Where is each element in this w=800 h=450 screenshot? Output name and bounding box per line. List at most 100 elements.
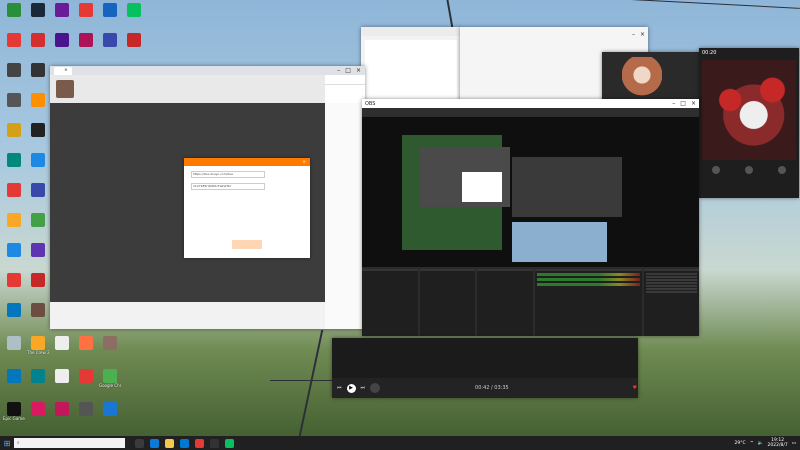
- obs-titlebar[interactable]: OBS – □ ×: [362, 99, 699, 108]
- obs-control-button[interactable]: [645, 291, 697, 293]
- minimize-icon[interactable]: –: [337, 67, 340, 74]
- obs-panel[interactable]: [643, 269, 699, 336]
- audio-meter[interactable]: [536, 278, 640, 281]
- clock[interactable]: 19:12 2022/8/7: [768, 438, 788, 448]
- edge-icon[interactable]: [150, 438, 159, 448]
- desktop-icon[interactable]: [51, 3, 73, 17]
- desktop-icon[interactable]: [27, 369, 49, 383]
- desktop-icon[interactable]: [3, 183, 25, 197]
- desktop-icon[interactable]: [27, 243, 49, 257]
- desktop-icon[interactable]: [99, 336, 121, 350]
- desktop-icon[interactable]: [75, 402, 97, 416]
- weather-temp[interactable]: 29°C: [735, 441, 746, 446]
- desktop-icon[interactable]: [3, 213, 25, 227]
- file-explorer-icon[interactable]: [165, 438, 174, 448]
- desktop-icon[interactable]: [99, 33, 121, 47]
- microphone-button[interactable]: [744, 166, 753, 174]
- desktop-icon[interactable]: [75, 3, 97, 17]
- desktop-icon[interactable]: [3, 153, 25, 167]
- maximize-icon[interactable]: □: [680, 100, 686, 107]
- music-player[interactable]: ⏮ ▶ ⏭ 00:42 / 03:35 ♥: [332, 338, 638, 398]
- obs-window[interactable]: OBS – □ ×: [362, 99, 699, 336]
- heart-icon[interactable]: ♥: [633, 385, 637, 391]
- obs-control-button[interactable]: [645, 273, 697, 275]
- network-icon[interactable]: ⌔: [750, 440, 754, 446]
- desktop-icon[interactable]: Google Chrome: [99, 369, 121, 388]
- call-titlebar[interactable]: 00:20: [699, 48, 799, 57]
- desktop-icon[interactable]: [99, 402, 121, 416]
- wechat-icon[interactable]: [225, 438, 234, 448]
- desktop-icon[interactable]: [51, 369, 73, 383]
- obs-control-button[interactable]: [645, 282, 697, 284]
- netease-music-icon[interactable]: [195, 438, 204, 448]
- album-art[interactable]: [370, 383, 381, 393]
- desktop-icon[interactable]: [75, 33, 97, 47]
- speaker-button[interactable]: [778, 166, 787, 174]
- desktop-icon[interactable]: Epic Games Launcher: [3, 402, 25, 421]
- obs-control-button[interactable]: [645, 285, 697, 287]
- desktop-icon[interactable]: [27, 213, 49, 227]
- desktop-icon[interactable]: [27, 3, 49, 17]
- task-view-icon[interactable]: [135, 438, 144, 448]
- obs-preview[interactable]: [362, 117, 699, 267]
- chat1-list[interactable]: [365, 40, 457, 100]
- audio-meter[interactable]: [536, 273, 640, 276]
- camera-button[interactable]: [711, 166, 720, 174]
- windows-start-icon[interactable]: ⊞: [0, 436, 14, 450]
- obs-control-button[interactable]: [645, 288, 697, 290]
- desktop-icon[interactable]: [123, 3, 145, 17]
- desktop-icon[interactable]: [3, 3, 25, 17]
- close-tab-icon[interactable]: ×: [64, 68, 68, 73]
- maximize-icon[interactable]: □: [345, 67, 351, 74]
- video-call-window[interactable]: 00:20: [699, 48, 799, 198]
- desktop-icon[interactable]: [3, 369, 25, 383]
- close-icon[interactable]: ×: [356, 67, 361, 74]
- desktop-icon[interactable]: [3, 273, 25, 287]
- notification-icon[interactable]: ▭: [792, 441, 796, 446]
- desktop-icon[interactable]: [75, 369, 97, 383]
- play-button[interactable]: ▶: [346, 383, 356, 393]
- desktop-icon[interactable]: [51, 33, 73, 47]
- obs-control-button[interactable]: [645, 279, 697, 281]
- desktop-icon[interactable]: [123, 33, 145, 47]
- taskbar-search[interactable]: ⌕: [14, 438, 125, 448]
- desktop-icon[interactable]: [3, 123, 25, 137]
- desktop-icon[interactable]: [27, 93, 49, 107]
- volume-icon[interactable]: 🔈: [758, 441, 764, 446]
- obs-panel[interactable]: [534, 269, 642, 336]
- desktop-icon[interactable]: [27, 33, 49, 47]
- desktop-icon[interactable]: [27, 123, 49, 137]
- close-icon[interactable]: ×: [302, 160, 306, 165]
- confirm-button[interactable]: [232, 240, 262, 249]
- obs-panel[interactable]: [419, 269, 475, 336]
- obs-panel[interactable]: [477, 269, 533, 336]
- desktop-icon[interactable]: The Crew 2: [27, 336, 49, 355]
- close-icon[interactable]: ×: [640, 31, 645, 38]
- desktop-icon[interactable]: [3, 303, 25, 317]
- obs-control-button[interactable]: [645, 276, 697, 278]
- desktop-icon[interactable]: [3, 243, 25, 257]
- desktop-icon[interactable]: [3, 63, 25, 77]
- obs-icon[interactable]: [210, 438, 219, 448]
- minimize-icon[interactable]: –: [672, 100, 675, 107]
- audio-meter[interactable]: [536, 283, 640, 286]
- desktop-icon[interactable]: [51, 402, 73, 416]
- desktop-icon[interactable]: [51, 336, 73, 350]
- desktop-icon[interactable]: [27, 303, 49, 317]
- minimize-icon[interactable]: –: [632, 31, 635, 38]
- chat1-titlebar[interactable]: [361, 27, 461, 36]
- close-icon[interactable]: ×: [691, 100, 696, 107]
- prev-icon[interactable]: ⏮: [337, 385, 342, 391]
- desktop-icon[interactable]: [3, 33, 25, 47]
- desktop-icon[interactable]: [99, 3, 121, 17]
- stream-key-field[interactable]: 1127185rYjKRXcFwDeTbr: [191, 183, 265, 190]
- desktop-icon[interactable]: [27, 273, 49, 287]
- desktop-icon[interactable]: [27, 183, 49, 197]
- obs-panel[interactable]: [362, 269, 418, 336]
- browser-tab[interactable]: ×: [54, 66, 72, 75]
- desktop-icon[interactable]: [27, 63, 49, 77]
- rtmp-url-field[interactable]: https://live.douyu.com/live: [191, 171, 265, 178]
- desktop-icon[interactable]: [75, 336, 97, 350]
- chat2-titlebar[interactable]: – ×: [460, 27, 648, 41]
- desktop-icon[interactable]: [3, 336, 25, 350]
